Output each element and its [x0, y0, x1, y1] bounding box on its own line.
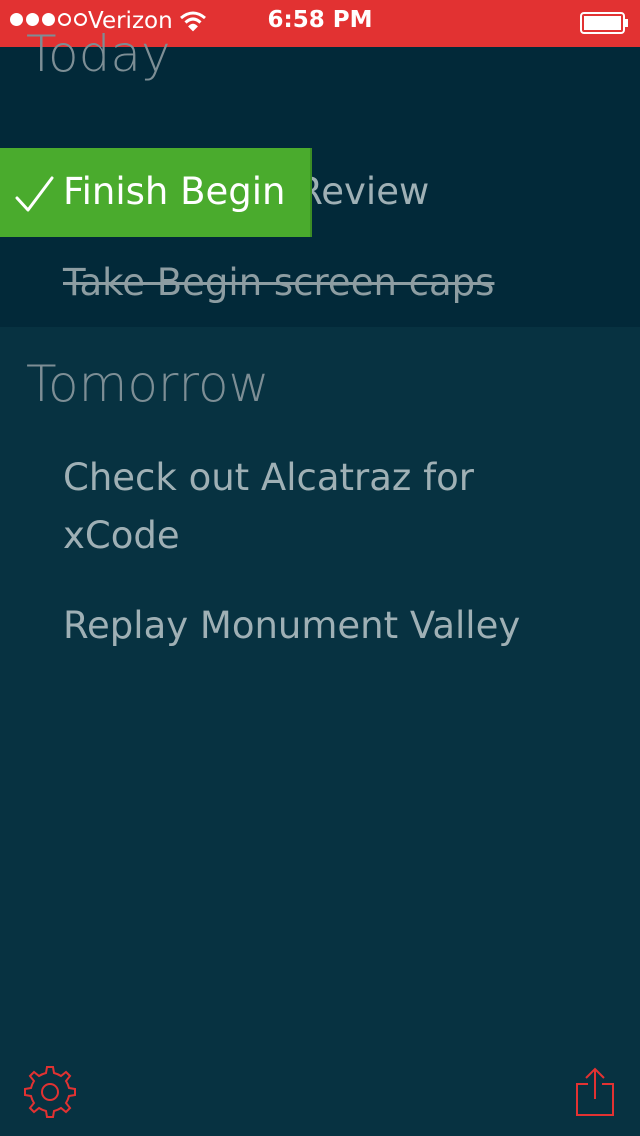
section-title-today: Today	[26, 25, 171, 83]
complete-swipe-action[interactable]: Finish Begin	[0, 148, 312, 237]
task-item-completed[interactable]: Take Begin screen caps	[63, 254, 494, 312]
checkmark-icon	[14, 174, 54, 218]
share-icon[interactable]	[574, 1066, 616, 1122]
battery-icon	[580, 11, 630, 39]
task-item[interactable]: Replay Monument Valley	[63, 597, 520, 655]
section-title-tomorrow: Tomorrow	[26, 355, 270, 413]
task-item[interactable]: Check out Alcatraz for xCode	[63, 449, 583, 565]
swipe-task-label: Finish Begin	[63, 170, 286, 213]
gear-icon[interactable]	[24, 1066, 76, 1122]
